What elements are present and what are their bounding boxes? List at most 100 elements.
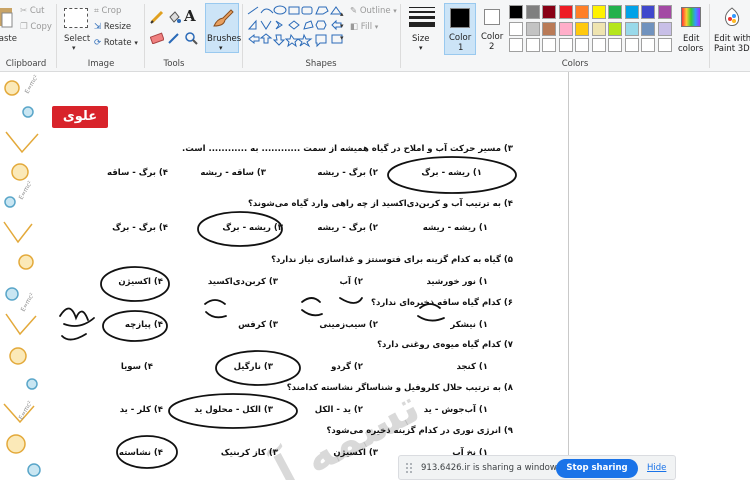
divider <box>56 4 57 68</box>
edit-with-paint3d-button[interactable]: Edit with Paint 3D <box>712 4 750 56</box>
resize-icon: ⇲ <box>94 22 102 32</box>
fill-button[interactable]: ◧ Fill ▾ <box>350 22 378 32</box>
custom-color-slot[interactable] <box>657 38 672 52</box>
fill-bucket-icon[interactable] <box>167 10 181 24</box>
palette-swatch[interactable] <box>575 21 589 36</box>
size-label: Size <box>412 34 430 44</box>
colors-group-label: Colors <box>561 59 589 69</box>
shapes-gallery[interactable] <box>246 5 346 53</box>
image-group-label: Image <box>87 59 115 69</box>
text-icon[interactable]: A <box>184 7 196 25</box>
edit-colors-label-2: colors <box>678 44 704 54</box>
color2-swatch <box>484 9 500 25</box>
cut-button[interactable]: ✂ Cut <box>20 6 44 16</box>
rotate-dropdown-icon: ▾ <box>134 39 138 47</box>
custom-color-slot[interactable] <box>591 38 606 52</box>
magnifier-icon[interactable] <box>184 31 198 45</box>
copy-button[interactable]: ❐ Copy <box>20 22 52 32</box>
custom-color-slot[interactable] <box>525 38 540 52</box>
size-lines-icon <box>409 7 435 27</box>
paint3d-label: Edit with <box>714 34 750 44</box>
palette-swatch[interactable] <box>542 5 556 19</box>
palette-swatch[interactable] <box>591 21 606 36</box>
size-dropdown-icon: ▾ <box>419 44 423 52</box>
color1-swatch <box>450 8 470 28</box>
fill-icon: ◧ <box>350 22 359 32</box>
paint3d-label-2: Paint 3D <box>714 44 750 54</box>
palette-swatch[interactable] <box>641 21 655 36</box>
paste-button[interactable]: Paste <box>0 34 17 44</box>
brushes-dropdown-icon: ▾ <box>219 44 223 52</box>
palette-swatch[interactable] <box>624 21 639 36</box>
color1-button[interactable]: Color 1 <box>444 3 476 55</box>
custom-color-slot[interactable] <box>575 38 589 52</box>
color2-label: Color <box>481 32 504 42</box>
select-dropdown-icon[interactable]: ▾ <box>72 44 76 52</box>
color-palette <box>509 5 675 55</box>
screen-sharing-bar: 913.6426.ir is sharing a window. Stop sh… <box>398 455 676 480</box>
color1-label: Color <box>449 33 472 43</box>
size-button[interactable]: Size ▾ <box>406 5 438 55</box>
rotate-label: Rotate <box>103 38 132 48</box>
outline-dropdown-icon: ▾ <box>393 7 397 15</box>
divider <box>709 4 710 68</box>
resize-button[interactable]: ⇲ Resize <box>94 22 131 32</box>
drag-handle-icon[interactable] <box>405 461 413 475</box>
custom-color-slot[interactable] <box>558 38 573 52</box>
custom-color-slot[interactable] <box>608 38 622 52</box>
resize-label: Resize <box>103 22 132 32</box>
custom-color-slot[interactable] <box>641 38 655 52</box>
color2-button[interactable]: Color 2 <box>479 3 507 55</box>
palette-swatch[interactable] <box>657 21 672 36</box>
color-wheel-icon <box>681 7 701 27</box>
paint3d-icon <box>722 7 742 27</box>
scissors-icon: ✂ <box>20 6 28 16</box>
stop-sharing-button[interactable]: Stop sharing <box>556 459 638 478</box>
shapes-group-label: Shapes <box>305 59 337 69</box>
outline-icon: ✎ <box>350 6 358 16</box>
brush-icon <box>211 7 235 29</box>
paste-icon[interactable] <box>0 4 16 30</box>
palette-swatch[interactable] <box>575 5 589 19</box>
palette-swatch[interactable] <box>542 21 556 36</box>
palette-swatch[interactable] <box>525 21 540 36</box>
color-picker-icon[interactable] <box>167 32 181 44</box>
eraser-icon[interactable] <box>149 32 165 45</box>
palette-swatch[interactable] <box>558 5 573 19</box>
sharing-message: 913.6426.ir is sharing a window. <box>421 463 559 473</box>
edit-colors-label: Edit <box>683 34 700 44</box>
palette-swatch[interactable] <box>591 5 606 19</box>
edit-colors-button[interactable]: Edit colors <box>676 4 706 56</box>
crop-label: Crop <box>101 6 122 16</box>
divider <box>400 4 401 68</box>
copy-label: Copy <box>30 22 52 32</box>
rotate-button[interactable]: ⟳ Rotate ▾ <box>94 38 138 48</box>
palette-swatch[interactable] <box>608 5 622 19</box>
brushes-button[interactable]: Brushes ▾ <box>205 3 241 53</box>
canvas-area[interactable]: E=mc² E=mc² E=mc² E=mc² علوی تسمه آ ۳) م… <box>0 72 750 480</box>
handwritten-annotations <box>59 156 517 469</box>
hide-button[interactable]: Hide <box>647 463 666 473</box>
palette-swatch[interactable] <box>624 5 639 19</box>
select-button[interactable]: Select <box>64 34 90 44</box>
pencil-icon[interactable] <box>150 10 164 24</box>
custom-color-slot[interactable] <box>509 38 523 52</box>
palette-swatch[interactable] <box>509 5 523 19</box>
palette-swatch[interactable] <box>641 5 655 19</box>
palette-swatch[interactable] <box>657 5 672 19</box>
color1-number: 1 <box>458 43 464 53</box>
crop-icon: ⌗ <box>94 6 99 16</box>
outline-button[interactable]: ✎ Outline ▾ <box>350 6 397 16</box>
custom-color-slot[interactable] <box>624 38 639 52</box>
crop-button[interactable]: ⌗ Crop <box>94 6 121 16</box>
image-canvas[interactable]: E=mc² E=mc² E=mc² E=mc² علوی تسمه آ ۳) م… <box>0 72 568 480</box>
palette-swatch[interactable] <box>558 21 573 36</box>
palette-swatch[interactable] <box>525 5 540 19</box>
custom-color-slot[interactable] <box>542 38 556 52</box>
divider <box>242 4 243 68</box>
palette-swatch[interactable] <box>509 21 523 36</box>
select-icon[interactable] <box>64 8 88 28</box>
palette-swatch[interactable] <box>608 21 622 36</box>
color2-number: 2 <box>489 42 495 52</box>
shapes-scroll-arrows[interactable]: ▴ ▾ ▾ <box>340 8 344 44</box>
